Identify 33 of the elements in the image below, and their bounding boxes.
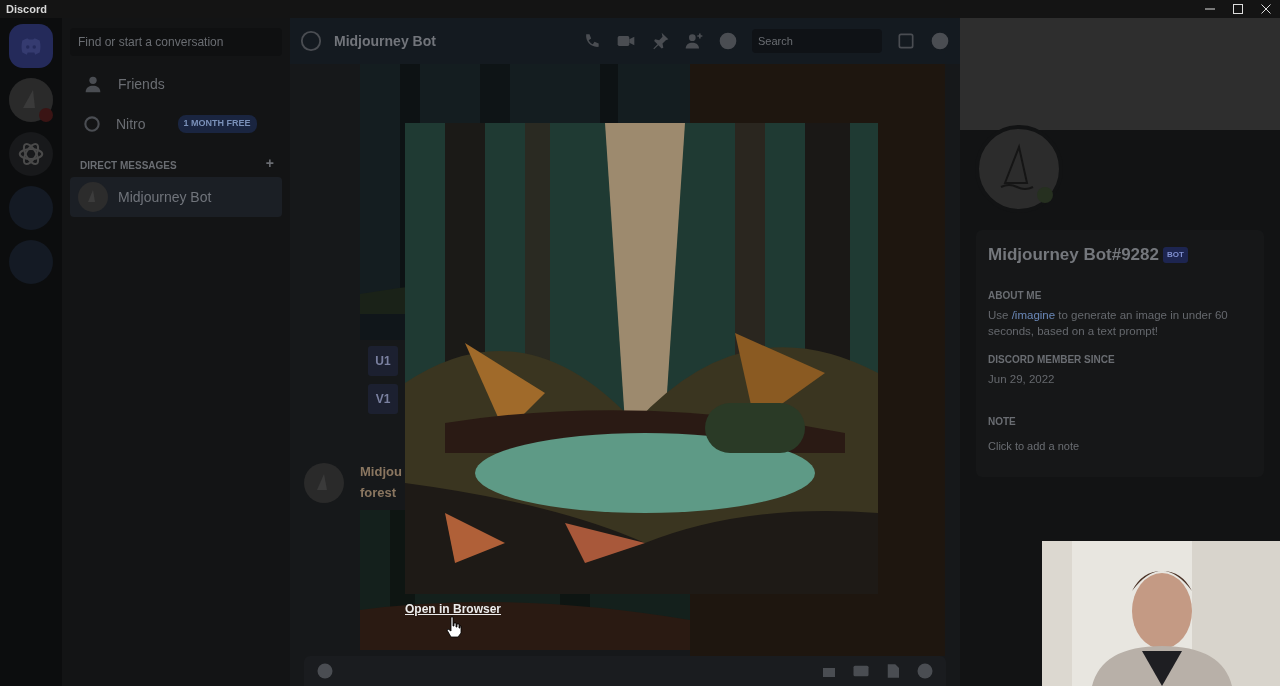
hand-cursor-icon	[446, 616, 462, 638]
server-icon[interactable]	[9, 132, 53, 176]
close-icon[interactable]	[1260, 3, 1272, 15]
section-heading: DISCORD MEMBER SINCE	[988, 352, 1116, 367]
action-button[interactable]: U1	[368, 346, 398, 376]
message-text: forest	[360, 483, 398, 502]
window-title: Discord	[6, 1, 47, 17]
maximize-icon[interactable]	[1232, 3, 1244, 15]
pin-icon[interactable]	[650, 31, 670, 51]
nav-item[interactable]: Friends	[118, 73, 165, 95]
action-button[interactable]: V1	[368, 384, 398, 414]
member-since-date: Jun 29, 2022	[988, 371, 1056, 387]
section-heading: NOTE	[988, 414, 1017, 429]
server-icon[interactable]	[9, 78, 53, 122]
search-field[interactable]: Search	[752, 29, 882, 53]
search-field[interactable]: Find or start a conversation	[70, 28, 282, 56]
section-heading: DIRECT MESSAGES	[80, 159, 177, 173]
add-friend-icon[interactable]	[684, 31, 704, 51]
profile-name: Midjourney Bot#9282	[988, 244, 1159, 266]
nav-item[interactable]: Nitro	[116, 113, 146, 135]
dm-item[interactable]: Midjourney Bot	[70, 177, 282, 217]
note-field[interactable]: Click to add a note	[988, 435, 1252, 456]
promo-badge: 1 MONTH FREE	[177, 115, 257, 133]
command-link[interactable]: /imagine	[1011, 308, 1056, 321]
server-icon[interactable]	[9, 24, 53, 68]
about-text: Use /imagine to generate an image in under 60 seconds, based on a text prompt!	[988, 307, 1229, 340]
section-heading: ABOUT ME	[988, 288, 1043, 303]
nitro-icon[interactable]	[82, 114, 102, 134]
open-in-browser-link[interactable]: Open in Browser	[405, 600, 502, 618]
bot-tag: BOT	[1163, 246, 1188, 263]
channel-title: Midjourney Bot	[334, 31, 436, 51]
add-dm-button[interactable]: +	[265, 158, 274, 173]
message-author: Midjou	[360, 463, 402, 481]
